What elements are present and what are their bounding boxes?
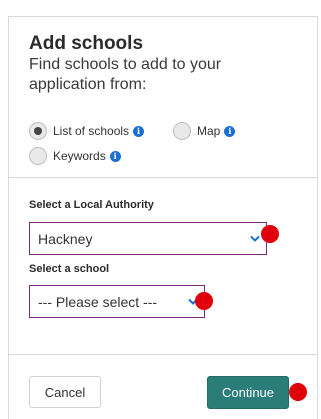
chevron-down-icon <box>250 235 260 242</box>
radio-label-map: Map <box>197 124 221 138</box>
radio-button[interactable] <box>29 147 47 165</box>
radio-map[interactable]: Map i <box>173 122 236 140</box>
local-authority-select[interactable]: Hackney <box>29 222 267 255</box>
radio-list-of-schools[interactable]: List of schools i <box>29 122 145 140</box>
local-authority-value: Hackney <box>38 230 93 247</box>
footer-divider <box>9 354 317 355</box>
cancel-button[interactable]: Cancel <box>29 376 101 408</box>
info-icon[interactable]: i <box>224 125 236 137</box>
dialog-subtitle: Find schools to add to your application … <box>29 56 222 93</box>
section-divider <box>9 177 317 178</box>
radio-button[interactable] <box>173 122 191 140</box>
marker-dot <box>195 292 213 310</box>
radio-selected-dot <box>34 127 42 135</box>
radio-button[interactable] <box>29 122 47 140</box>
info-icon[interactable]: i <box>133 125 145 137</box>
marker-dot <box>261 225 279 243</box>
school-label: Select a school <box>29 263 110 275</box>
school-value: --- Please select --- <box>38 293 158 310</box>
school-select[interactable]: --- Please select --- <box>29 285 205 318</box>
dialog-title: Add schools <box>29 33 144 54</box>
marker-dot <box>289 383 307 401</box>
add-schools-dialog: Add schools Find schools to add to your … <box>8 16 318 419</box>
radio-label-keywords: Keywords <box>53 149 106 163</box>
continue-button[interactable]: Continue <box>207 376 289 409</box>
radio-keywords[interactable]: Keywords i <box>29 147 121 165</box>
info-icon[interactable]: i <box>109 150 121 162</box>
local-authority-label: Select a Local Authority <box>29 199 154 211</box>
radio-label-list-of-schools: List of schools <box>53 124 130 138</box>
